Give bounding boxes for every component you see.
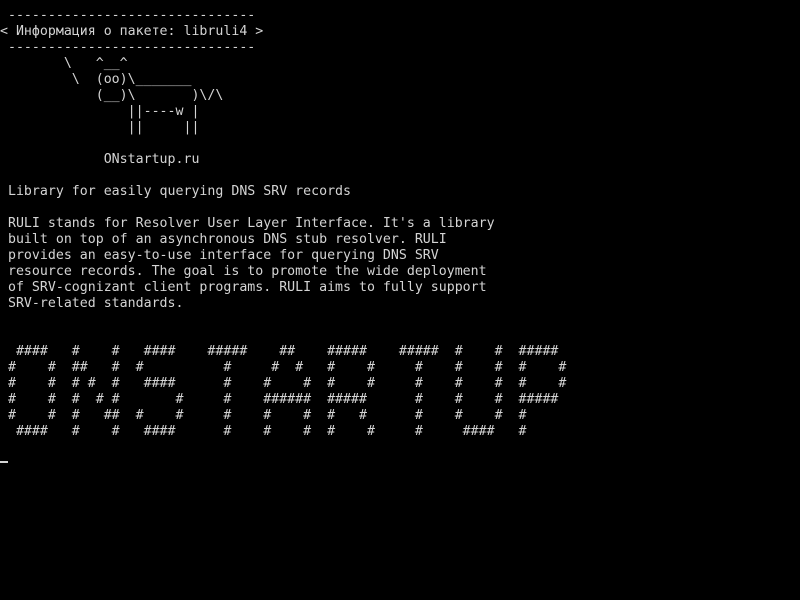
banner-line: # # # # # #### # # # # # # # # # # [0, 376, 567, 391]
banner-line: #### # # #### ##### ## ##### ##### # # #… [0, 344, 559, 359]
cowsay-bubble-text: < Информация о пакете: libruli4 > [0, 24, 264, 39]
package-description-line: of SRV-cognizant client programs. RULI a… [0, 280, 487, 295]
package-description-line: provides an easy-to-use interface for qu… [0, 248, 439, 263]
package-description-line: SRV-related standards. [0, 296, 184, 311]
banner-line: # # # ## # # # # # # # # # # # [0, 408, 527, 423]
package-description-line: resource records. The goal is to promote… [0, 264, 487, 279]
banner-line: # # # # # # # ###### ##### # # # ##### [0, 392, 559, 407]
cow-ascii-line: \ ^__^ [0, 56, 128, 71]
terminal-output: ------------------------------- < Информ… [0, 8, 566, 440]
package-summary: Library for easily querying DNS SRV reco… [0, 184, 351, 199]
text-cursor[interactable] [0, 461, 8, 463]
cowsay-bubble-top: ------------------------------- [0, 8, 256, 23]
cow-ascii-line: (__)\ )\/\ [0, 88, 224, 103]
cow-ascii-line: \ (oo)\_______ [0, 72, 192, 87]
banner-line: #### # # #### # # # # # # #### # [0, 424, 527, 439]
terminal-screen: ------------------------------- < Информ… [0, 0, 800, 600]
site-label: ONstartup.ru [0, 152, 200, 167]
package-description-line: built on top of an asynchronous DNS stub… [0, 232, 447, 247]
cow-ascii-line: ||----w | [0, 104, 200, 119]
banner-line: # # ## # # # # # # # # # # # # [0, 360, 567, 375]
cowsay-bubble-bottom: ------------------------------- [0, 40, 256, 55]
cow-ascii-line: || || [0, 120, 200, 135]
package-description-line: RULI stands for Resolver User Layer Inte… [0, 216, 495, 231]
